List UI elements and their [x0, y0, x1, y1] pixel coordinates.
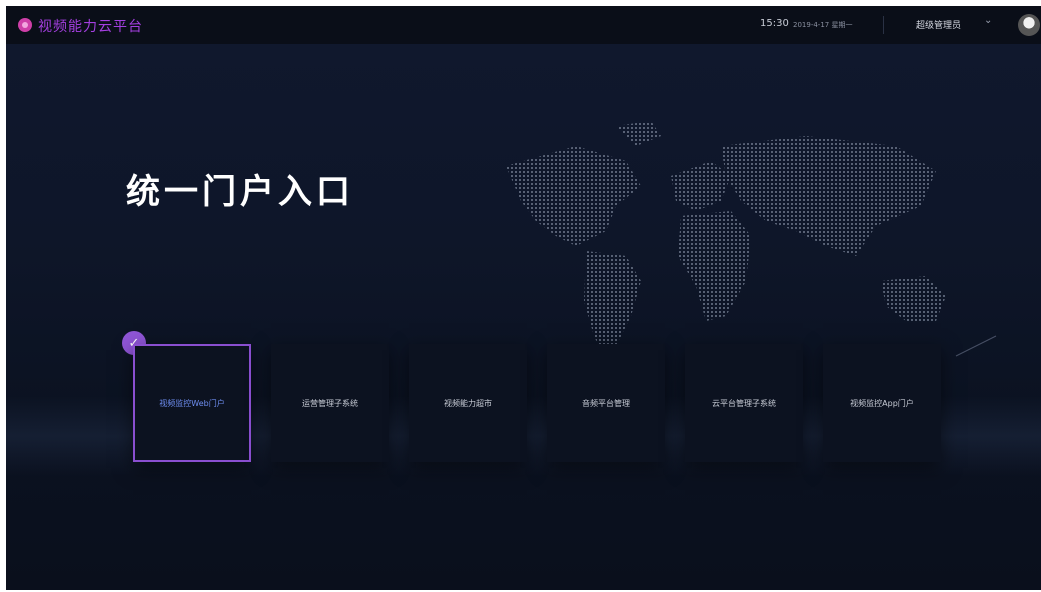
- avatar[interactable]: [1018, 14, 1040, 36]
- portal-card-video-web[interactable]: 视频监控Web门户: [133, 344, 251, 462]
- portal-card-audio-platform[interactable]: 音频平台管理: [547, 344, 665, 462]
- portal-card-operations[interactable]: 运营管理子系统: [271, 344, 389, 462]
- portal-card-capability-market[interactable]: 视频能力超市: [409, 344, 527, 462]
- portal-card-cloud-platform[interactable]: 云平台管理子系统: [685, 344, 803, 462]
- portal-card-label: 云平台管理子系统: [712, 398, 776, 408]
- logo-icon: [18, 18, 32, 32]
- clock-date: 2019-4-17 星期一: [793, 21, 853, 29]
- portal-card-label: 视频监控Web门户: [159, 398, 225, 408]
- chevron-down-icon[interactable]: ⌄: [984, 15, 992, 26]
- app-screen: 视频能力云平台 15:30 2019-4-17 星期一 超级管理员 ⌄ 统一门户…: [6, 6, 1041, 590]
- app-title: 视频能力云平台: [38, 19, 143, 35]
- clock-time: 15:30: [760, 18, 789, 29]
- portal-card-video-app[interactable]: 视频监控App门户: [823, 344, 941, 462]
- portal-card-label: 视频监控App门户: [850, 398, 914, 408]
- top-bar: 视频能力云平台 15:30 2019-4-17 星期一 超级管理员 ⌄: [6, 6, 1041, 44]
- page-title: 统一门户入口: [126, 172, 354, 212]
- user-name[interactable]: 超级管理员: [916, 18, 961, 31]
- portal-card-label: 运营管理子系统: [302, 398, 358, 408]
- divider: [883, 16, 884, 34]
- portal-card-label: 音频平台管理: [582, 398, 630, 408]
- portal-card-label: 视频能力超市: [444, 398, 492, 408]
